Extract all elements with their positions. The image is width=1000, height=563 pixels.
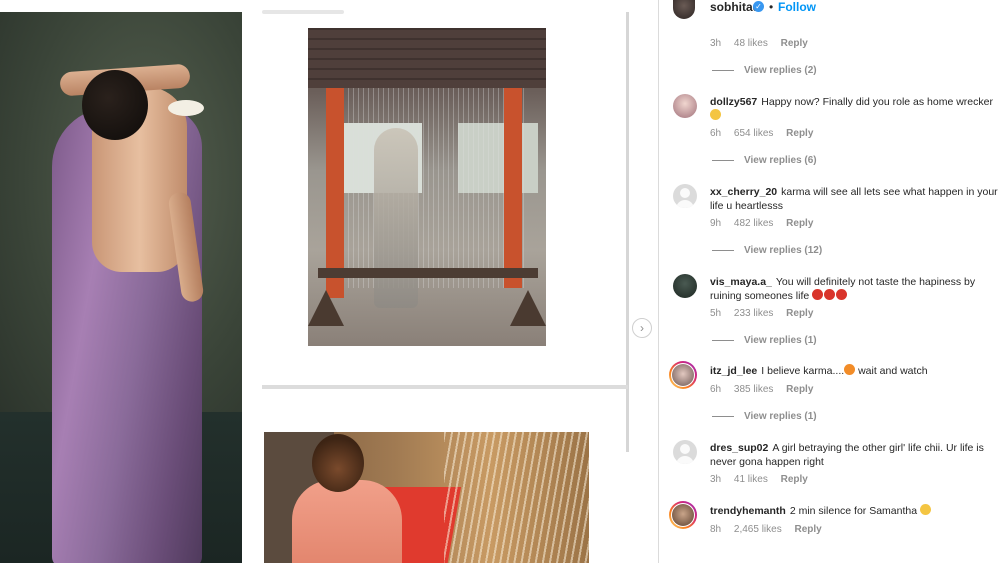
angry-face-icon [836, 289, 848, 300]
comment-time: 3h [710, 474, 722, 485]
view-replies-button[interactable]: View replies (1) [712, 335, 817, 346]
comment-likes[interactable]: 482 likes [734, 218, 773, 229]
thumbs-up-icon [710, 109, 721, 120]
carousel-next-button[interactable]: › [632, 318, 652, 338]
commenter-avatar[interactable] [673, 94, 697, 118]
comment-time: 5h [710, 308, 722, 319]
view-replies-label: View replies (1) [744, 335, 817, 346]
view-replies-button[interactable]: View replies (6) [712, 155, 817, 166]
comment-body: trendyhemanth 2 min silence for Samantha [710, 504, 1000, 518]
crying-face-icon [920, 504, 931, 515]
carousel-top-bar [262, 10, 344, 14]
comment-likes[interactable]: 385 likes [734, 384, 773, 395]
author-avatar[interactable] [673, 0, 695, 19]
comment-text: I believe karma.... [761, 365, 845, 377]
reply-button[interactable]: Reply [781, 474, 808, 485]
comment-body: dollzy567 Happy now? Finally did you role… [710, 95, 1000, 123]
reply-button[interactable]: Reply [795, 524, 822, 535]
comment-likes[interactable]: 233 likes [734, 308, 773, 319]
verified-icon: ✓ [753, 1, 764, 12]
comment-body: vis_maya.a_ You will definitely not taste… [710, 275, 1000, 303]
follow-button[interactable]: Follow [778, 0, 816, 14]
comment-body: xx_cherry_20 karma will see all lets see … [710, 185, 1000, 213]
comment-likes[interactable]: 2,465 likes [734, 524, 782, 535]
view-replies-label: View replies (2) [744, 65, 817, 76]
commenter-username[interactable]: vis_maya.a_ [710, 276, 772, 288]
comment-meta: 6h 654 likes Reply [710, 128, 813, 139]
carousel-divider [262, 385, 628, 389]
view-replies-button[interactable]: View replies (12) [712, 245, 822, 256]
comment-likes[interactable]: 48 likes [734, 38, 768, 49]
comment-time: 9h [710, 218, 722, 229]
comment-meta: 8h 2,465 likes Reply [710, 524, 822, 535]
comment-meta: 9h 482 likes Reply [710, 218, 813, 229]
commenter-username[interactable]: dollzy567 [710, 96, 757, 108]
comment-time: 6h [710, 128, 722, 139]
comment-likes[interactable]: 654 likes [734, 128, 773, 139]
commenter-username[interactable]: trendyhemanth [710, 505, 786, 517]
comment-body: dres_sup02 A girl betraying the other gir… [710, 441, 1000, 469]
default-user-avatar-icon[interactable] [673, 184, 697, 208]
comment-text-continued: wait and watch [858, 365, 928, 377]
view-replies-button[interactable]: View replies (2) [712, 65, 817, 76]
header-separator: • [769, 0, 774, 14]
comment-meta: 3h 41 likes Reply [710, 474, 808, 485]
view-replies-label: View replies (6) [744, 155, 817, 166]
comment-meta: 3h 48 likes Reply [710, 38, 808, 49]
reply-button[interactable]: Reply [786, 128, 813, 139]
comment-body: itz_jd_lee I believe karma.... wait and w… [710, 364, 1000, 378]
comments-panel-border [658, 0, 659, 563]
comment-likes[interactable]: 41 likes [734, 474, 768, 485]
commenter-username[interactable]: itz_jd_lee [710, 365, 757, 377]
commenter-username[interactable]: xx_cherry_20 [710, 186, 777, 198]
fire-icon [844, 364, 856, 375]
post-image-painting [0, 12, 242, 563]
view-replies-label: View replies (12) [744, 245, 823, 256]
default-user-avatar-icon[interactable] [673, 440, 697, 464]
comment-text: 2 min silence for Samantha [789, 505, 918, 517]
reply-button[interactable]: Reply [781, 38, 808, 49]
reply-button[interactable]: Reply [786, 218, 813, 229]
reply-button[interactable]: Reply [786, 384, 813, 395]
post-image-weaver-at-loom [264, 432, 589, 563]
comment-time: 8h [710, 524, 722, 535]
chevron-right-icon: › [640, 321, 644, 335]
view-replies-label: View replies (1) [744, 411, 817, 422]
reply-button[interactable]: Reply [786, 308, 813, 319]
comment-meta: 5h 233 likes Reply [710, 308, 813, 319]
post-image-handloom-weaver [308, 28, 546, 346]
comment-time: 3h [710, 38, 722, 49]
view-replies-button[interactable]: View replies (1) [712, 411, 817, 422]
comment-meta: 6h 385 likes Reply [710, 384, 813, 395]
commenter-avatar[interactable] [673, 274, 697, 298]
comment-text: Happy now? Finally did you role as home … [761, 96, 993, 108]
comment-time: 6h [710, 384, 722, 395]
commenter-username[interactable]: dres_sup02 [710, 442, 768, 454]
